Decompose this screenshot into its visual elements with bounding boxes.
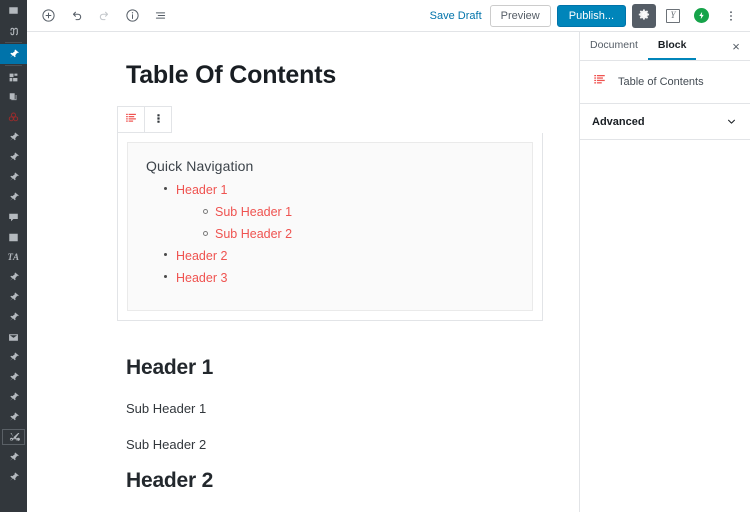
pin-icon-active[interactable] [0,44,27,64]
content-heading[interactable]: Sub Header 1 [126,401,579,416]
preview-button[interactable]: Preview [489,4,551,27]
toc-sublist: Sub Header 1 Sub Header 2 [176,203,514,243]
editor-canvas[interactable]: Table Of Contents Quick Navigation Heade… [27,32,580,512]
editor-body: Table Of Contents Quick Navigation Heade… [27,32,750,512]
settings-sidebar: Document Block × Table of Contents Advan… [580,32,750,512]
sidebar-block-name: Table of Contents [618,76,704,88]
toc-link[interactable]: Sub Header 2 [215,227,292,241]
pin-icon-3[interactable] [0,167,27,187]
copy-icon[interactable] [0,87,27,107]
text-format-label: TA [7,252,20,262]
list-view-icon[interactable] [0,227,27,247]
toc-heading: Quick Navigation [146,158,254,174]
tab-document[interactable]: Document [580,32,648,60]
pin-icon-2[interactable] [0,147,27,167]
pin-icon-12[interactable] [0,447,27,467]
toc-list-item: Header 1 Sub Header 1 Sub Header 2 [163,181,514,243]
pin-icon-10[interactable] [0,387,27,407]
block-toolbar [117,106,172,133]
toc-link[interactable]: Header 2 [176,249,227,263]
post-content: Header 1 Sub Header 1 Sub Header 2 Header 2… [27,321,579,512]
post-title[interactable]: Table Of Contents [27,60,579,90]
toolbar-divider [5,65,22,66]
pin-icon-13[interactable] [0,467,27,487]
plugin-green-button[interactable] [690,5,712,27]
table-of-contents-block[interactable]: Quick Navigation Header 1 Sub Header 1 Sub… [127,142,533,311]
link-icon[interactable] [0,21,27,41]
pin-icon-11[interactable] [0,407,27,427]
yoast-seo-button[interactable]: Y [662,5,684,27]
selected-block-wrapper[interactable]: Quick Navigation Header 1 Sub Header 1 Sub… [117,133,543,321]
mail-icon[interactable] [0,327,27,347]
pin-icon-6[interactable] [0,287,27,307]
toc-link[interactable]: Header 1 [176,183,227,197]
tab-block[interactable]: Block [647,32,697,60]
content-heading[interactable]: Header 2 [126,469,579,493]
pin-icon-1[interactable] [0,127,27,147]
publish-button[interactable]: Publish... [556,4,626,27]
table-of-contents-icon [592,72,607,92]
toolbar-divider [5,42,22,43]
media-icon[interactable] [0,67,27,87]
editor-header: Save Draft Preview Publish... Y [27,0,750,32]
yoast-icon: Y [666,8,680,23]
header-right-tools: Save Draft Preview Publish... Y [428,3,744,29]
pin-icon-8[interactable] [0,347,27,367]
toc-list-item: Header 2 [163,247,514,265]
dashboard-icon[interactable] [0,1,27,21]
chevron-down-icon [725,115,738,128]
settings-gear-button[interactable] [632,3,656,28]
toc-list-item: Header 3 [163,269,514,287]
toc-sublist-item: Sub Header 1 [202,203,514,221]
cluster-icon[interactable] [0,107,27,127]
block-type-icon-button[interactable] [118,107,144,132]
gear-icon [638,8,651,24]
pin-icon-5[interactable] [0,267,27,287]
pin-icon-4[interactable] [0,187,27,207]
close-sidebar-button[interactable]: × [722,32,750,60]
redo-button[interactable] [91,3,117,29]
toc-link[interactable]: Sub Header 1 [215,205,292,219]
wordpress-block-editor: TA Save Draft Preview Publish... Y Table… [0,0,750,512]
toc-link[interactable]: Header 3 [176,271,227,285]
table-of-contents-icon [124,111,138,128]
more-menu-button[interactable] [718,3,744,29]
block-navigation-button[interactable] [147,3,173,29]
content-heading[interactable]: Sub Header 2 [126,437,579,452]
undo-button[interactable] [63,3,89,29]
vertical-dots-icon [152,112,165,128]
header-left-tools [35,3,173,29]
comment-icon[interactable] [0,207,27,227]
sidebar-block-info: Table of Contents [580,61,750,104]
editor-stage: Save Draft Preview Publish... Y Table Of… [27,0,750,512]
pin-icon-9[interactable] [0,367,27,387]
lightning-plugin-icon [693,8,709,23]
toc-sublist-item: Sub Header 2 [202,225,514,243]
content-heading[interactable]: Header 1 [126,356,579,380]
save-draft-button[interactable]: Save Draft [428,6,484,26]
scissors-icon[interactable] [0,427,27,447]
add-block-button[interactable] [35,3,61,29]
left-plugin-toolbar: TA [0,0,27,512]
toc-list: Header 1 Sub Header 1 Sub Header 2 Header 2… [146,181,514,287]
text-format-icon[interactable]: TA [0,247,27,267]
sidebar-panel-advanced[interactable]: Advanced [580,104,750,140]
pin-icon-7[interactable] [0,307,27,327]
block-more-options-button[interactable] [144,107,171,132]
sidebar-tabs: Document Block × [580,32,750,61]
content-structure-button[interactable] [119,3,145,29]
sidebar-panel-title: Advanced [592,115,645,128]
